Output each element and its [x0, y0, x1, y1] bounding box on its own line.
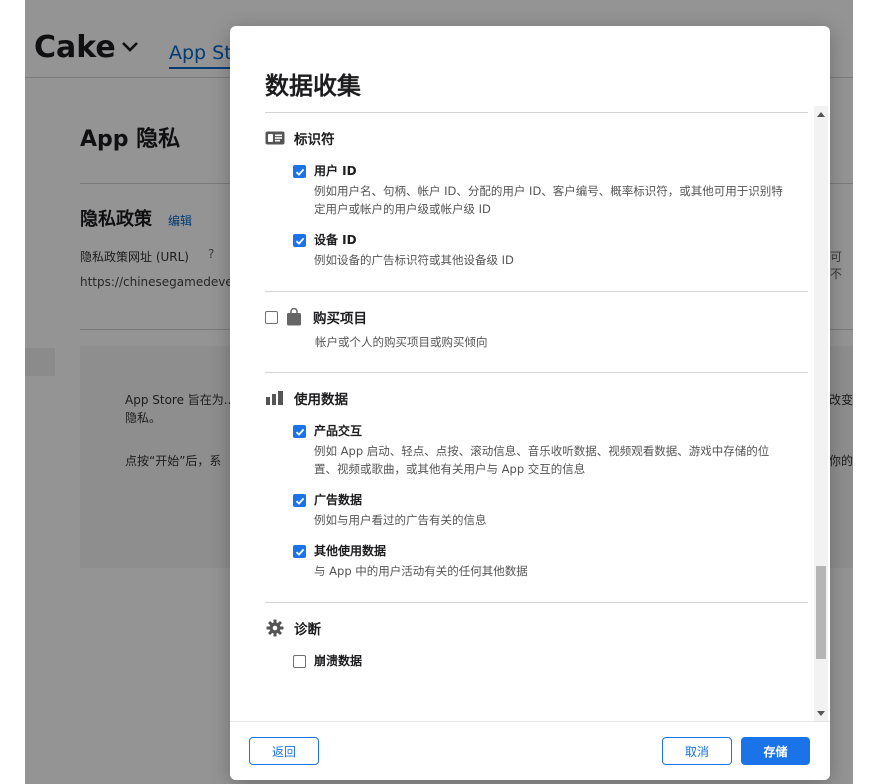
- dialog-scroll-area[interactable]: 标识符 用户 ID 例如用户名、句柄、帐户 ID、分配的用户 ID、客户编号、概…: [230, 113, 830, 721]
- item-description: 例如设备的广告标识符或其他设备级 ID: [314, 253, 514, 267]
- data-type-user-id[interactable]: 用户 ID 例如用户名、句柄、帐户 ID、分配的用户 ID、客户编号、概率标识符…: [293, 163, 808, 218]
- checkbox-other-usage-data[interactable]: [293, 545, 306, 558]
- id-card-icon: [265, 130, 285, 146]
- item-title: 用户 ID: [314, 164, 357, 178]
- item-title: 其他使用数据: [314, 544, 387, 558]
- shopping-bag-icon: [286, 308, 302, 326]
- data-type-product-interaction[interactable]: 产品交互 例如 App 启动、轻点、点按、滚动信息、音乐收听数据、视频观看数据、…: [293, 423, 808, 478]
- category-purchases: 购买项目 帐户或个人的购买项目或购买倾向: [265, 292, 808, 373]
- category-label: 使用数据: [294, 392, 348, 408]
- vertical-scrollbar[interactable]: [814, 106, 828, 722]
- checkbox-user-id[interactable]: [293, 165, 306, 178]
- category-identifiers: 标识符 用户 ID 例如用户名、句柄、帐户 ID、分配的用户 ID、客户编号、概…: [265, 113, 808, 292]
- item-title: 广告数据: [314, 493, 363, 507]
- checkbox-device-id[interactable]: [293, 234, 306, 247]
- cancel-button[interactable]: 取消: [662, 737, 732, 765]
- scrollbar-thumb[interactable]: [816, 566, 826, 659]
- item-title: 崩溃数据: [314, 654, 363, 668]
- item-description: 例如与用户看过的广告有关的信息: [314, 513, 487, 527]
- scroll-up-arrow-icon[interactable]: [817, 112, 825, 117]
- data-type-crash-data[interactable]: 崩溃数据: [293, 653, 808, 670]
- category-label: 诊断: [294, 622, 321, 638]
- dialog-footer: 返回 取消 存储: [230, 721, 830, 780]
- checkbox-advertising-data[interactable]: [293, 494, 306, 507]
- data-collection-dialog: 数据收集 标识符 用户 ID 例如用户名、句柄、帐户 ID、分配的用户 ID、客…: [230, 26, 830, 780]
- item-description: 例如用户名、句柄、帐户 ID、分配的用户 ID、客户编号、概率标识符，或其他可用…: [314, 184, 783, 216]
- item-title: 产品交互: [314, 424, 363, 438]
- bar-chart-icon: [265, 390, 285, 406]
- checkbox-crash-data[interactable]: [293, 655, 306, 668]
- category-label: 标识符: [294, 132, 335, 148]
- back-button[interactable]: 返回: [249, 737, 319, 765]
- scroll-down-arrow-icon[interactable]: [817, 711, 825, 716]
- category-usage-data: 使用数据 产品交互 例如 App 启动、轻点、点按、滚动信息、音乐收听数据、视频…: [265, 373, 808, 603]
- item-description: 帐户或个人的购买项目或购买倾向: [315, 335, 488, 349]
- item-description: 与 App 中的用户活动有关的任何其他数据: [314, 564, 528, 578]
- data-type-advertising-data[interactable]: 广告数据 例如与用户看过的广告有关的信息: [293, 492, 808, 529]
- data-type-other-usage-data[interactable]: 其他使用数据 与 App 中的用户活动有关的任何其他数据: [293, 543, 808, 580]
- category-diagnostics: 诊断 崩溃数据: [265, 603, 808, 692]
- gear-icon: [265, 619, 285, 637]
- item-title: 设备 ID: [314, 233, 357, 247]
- save-button[interactable]: 存储: [741, 737, 810, 765]
- checkbox-purchases[interactable]: [265, 310, 278, 324]
- checkbox-product-interaction[interactable]: [293, 425, 306, 438]
- category-label: 购买项目: [313, 311, 367, 327]
- item-description: 例如 App 启动、轻点、点按、滚动信息、音乐收听数据、视频观看数据、游戏中存储…: [314, 444, 770, 476]
- dialog-title: 数据收集: [265, 72, 361, 100]
- data-type-device-id[interactable]: 设备 ID 例如设备的广告标识符或其他设备级 ID: [293, 232, 808, 269]
